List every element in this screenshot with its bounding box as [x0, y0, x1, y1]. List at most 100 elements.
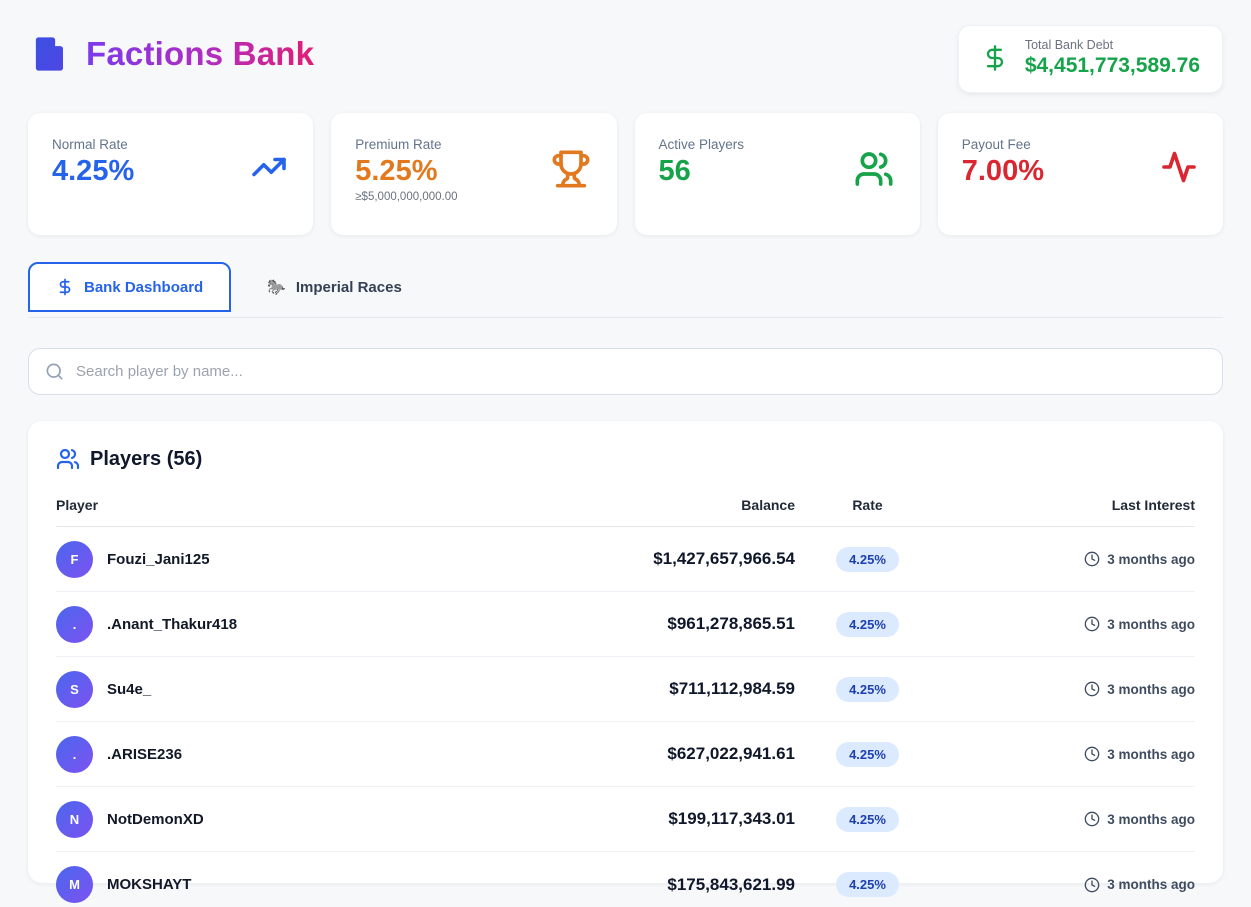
stat-card-normal-rate: Normal Rate 4.25%	[28, 113, 313, 235]
tabs: Bank Dashboard 🐎 Imperial Races	[28, 262, 1223, 312]
tab-imperial-races[interactable]: 🐎 Imperial Races	[241, 262, 428, 312]
table-row[interactable]: . .ARISE236 $627,022,941.61 4.25% 3 m	[56, 722, 1195, 787]
last-interest-cell: 3 months ago	[940, 551, 1195, 567]
stats-row: Normal Rate 4.25% Premium Rate 5.25% ≥$5…	[28, 113, 1223, 235]
table-row[interactable]: N NotDemonXD $199,117,343.01 4.25% 3	[56, 787, 1195, 852]
table-header: Player Balance Rate Last Interest	[56, 497, 1195, 527]
clock-icon	[1084, 551, 1100, 567]
players-table: F Fouzi_Jani125 $1,427,657,966.54 4.25%	[56, 527, 1195, 907]
trophy-icon	[551, 149, 591, 189]
dollar-sign-icon	[981, 44, 1009, 72]
rate-cell: 4.25%	[795, 742, 940, 767]
last-interest-cell: 3 months ago	[940, 877, 1195, 893]
balance-value: $175,843,621.99	[560, 875, 795, 895]
rate-badge: 4.25%	[836, 677, 899, 702]
stat-subtext: ≥$5,000,000,000.00	[355, 191, 592, 203]
player-name: MOKSHAYT	[107, 876, 191, 893]
last-interest-cell: 3 months ago	[940, 616, 1195, 632]
player-cell: . .ARISE236	[56, 736, 560, 773]
stat-card-active-players: Active Players 56	[635, 113, 920, 235]
total-bank-debt-card: Total Bank Debt $4,451,773,589.76	[958, 25, 1223, 93]
player-name: Fouzi_Jani125	[107, 551, 210, 568]
players-title: Players (56)	[90, 448, 202, 471]
rate-badge: 4.25%	[836, 742, 899, 767]
tab-bank-dashboard[interactable]: Bank Dashboard	[28, 262, 231, 312]
last-interest-text: 3 months ago	[1107, 877, 1195, 892]
header: Factions Bank Total Bank Debt $4,451,773…	[28, 0, 1223, 93]
search-icon	[45, 362, 64, 381]
page-title: Factions Bank	[86, 35, 314, 73]
clock-icon	[1084, 616, 1100, 632]
stat-card-premium-rate: Premium Rate 5.25% ≥$5,000,000,000.00	[331, 113, 616, 235]
debt-label: Total Bank Debt	[1025, 38, 1200, 52]
col-balance: Balance	[560, 497, 795, 513]
horse-icon: 🐎	[267, 278, 286, 296]
player-name: Su4e_	[107, 681, 151, 698]
avatar: .	[56, 736, 93, 773]
rate-badge: 4.25%	[836, 547, 899, 572]
last-interest-text: 3 months ago	[1107, 747, 1195, 762]
avatar: S	[56, 671, 93, 708]
last-interest-text: 3 months ago	[1107, 552, 1195, 567]
rate-cell: 4.25%	[795, 872, 940, 897]
balance-value: $711,112,984.59	[560, 679, 795, 699]
last-interest-cell: 3 months ago	[940, 811, 1195, 827]
users-icon	[56, 447, 80, 471]
balance-value: $961,278,865.51	[560, 614, 795, 634]
table-row[interactable]: . .Anant_Thakur418 $961,278,865.51 4.25%	[56, 592, 1195, 657]
rate-cell: 4.25%	[795, 547, 940, 572]
balance-value: $199,117,343.01	[560, 809, 795, 829]
rate-badge: 4.25%	[836, 612, 899, 637]
rate-badge: 4.25%	[836, 807, 899, 832]
brand: Factions Bank	[28, 33, 314, 75]
search-bar[interactable]	[28, 348, 1223, 395]
factions-bank-app: Factions Bank Total Bank Debt $4,451,773…	[0, 0, 1251, 883]
last-interest-text: 3 months ago	[1107, 682, 1195, 697]
avatar: .	[56, 606, 93, 643]
player-cell: N NotDemonXD	[56, 801, 560, 838]
trending-up-icon	[251, 149, 287, 185]
dollar-icon	[56, 278, 74, 296]
last-interest-cell: 3 months ago	[940, 746, 1195, 762]
debt-value: $4,451,773,589.76	[1025, 54, 1200, 78]
col-rate: Rate	[795, 497, 940, 513]
table-row[interactable]: S Su4e_ $711,112,984.59 4.25% 3 month	[56, 657, 1195, 722]
balance-value: $627,022,941.61	[560, 744, 795, 764]
tab-label: Bank Dashboard	[84, 279, 203, 296]
bank-logo-icon	[28, 33, 70, 75]
player-cell: . .Anant_Thakur418	[56, 606, 560, 643]
col-player: Player	[56, 497, 560, 513]
player-name: .Anant_Thakur418	[107, 616, 237, 633]
player-name: .ARISE236	[107, 746, 182, 763]
search-input[interactable]	[76, 363, 1206, 380]
last-interest-cell: 3 months ago	[940, 681, 1195, 697]
player-cell: S Su4e_	[56, 671, 560, 708]
stat-card-payout-fee: Payout Fee 7.00%	[938, 113, 1223, 235]
clock-icon	[1084, 681, 1100, 697]
users-icon	[854, 149, 894, 189]
players-panel-header: Players (56)	[56, 447, 1195, 471]
tabs-divider	[28, 317, 1223, 318]
clock-icon	[1084, 746, 1100, 762]
activity-icon	[1161, 149, 1197, 185]
player-cell: M MOKSHAYT	[56, 866, 560, 903]
clock-icon	[1084, 877, 1100, 893]
avatar: N	[56, 801, 93, 838]
player-name: NotDemonXD	[107, 811, 204, 828]
clock-icon	[1084, 811, 1100, 827]
rate-cell: 4.25%	[795, 612, 940, 637]
rate-cell: 4.25%	[795, 677, 940, 702]
table-row[interactable]: M MOKSHAYT $175,843,621.99 4.25% 3 mo	[56, 852, 1195, 907]
rate-cell: 4.25%	[795, 807, 940, 832]
last-interest-text: 3 months ago	[1107, 617, 1195, 632]
table-row[interactable]: F Fouzi_Jani125 $1,427,657,966.54 4.25%	[56, 527, 1195, 592]
players-panel: Players (56) Player Balance Rate Last In…	[28, 421, 1223, 883]
col-last-interest: Last Interest	[940, 497, 1195, 513]
tab-label: Imperial Races	[296, 279, 402, 296]
avatar: F	[56, 541, 93, 578]
rate-badge: 4.25%	[836, 872, 899, 897]
balance-value: $1,427,657,966.54	[560, 549, 795, 569]
avatar: M	[56, 866, 93, 903]
player-cell: F Fouzi_Jani125	[56, 541, 560, 578]
last-interest-text: 3 months ago	[1107, 812, 1195, 827]
